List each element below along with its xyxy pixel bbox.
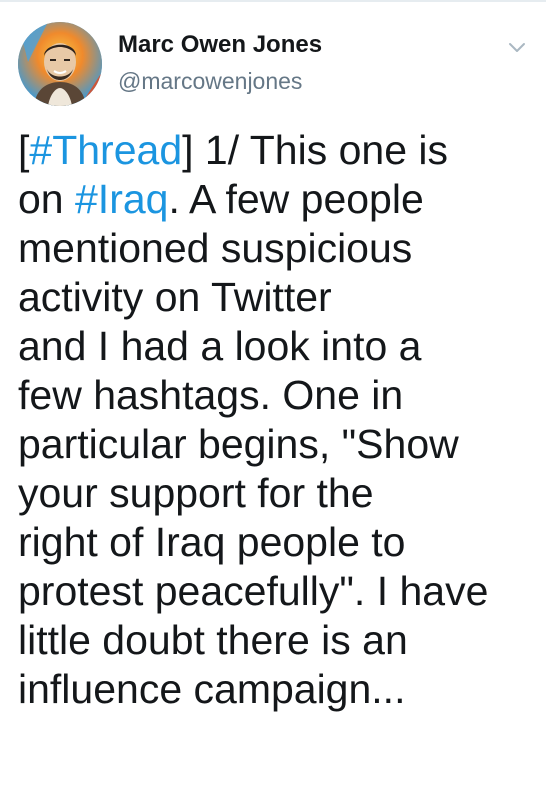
tweet-header: Marc Owen Jones @marcowenjones: [18, 22, 528, 112]
tweet-text-line: few hashtags. One in: [18, 371, 538, 420]
tweet-text-line: and I had a look into a: [18, 322, 538, 371]
user-avatar-icon[interactable]: [18, 22, 102, 106]
tweet-text-segment: activity on Twitter: [18, 274, 332, 320]
tweet-text-segment: right of Iraq people to: [18, 519, 406, 565]
tweet-text-segment: on: [18, 176, 75, 222]
tweet-text-segment: ] 1/ This one is: [182, 127, 449, 173]
tweet-text-segment: and I had a look into a: [18, 323, 422, 369]
tweet-text-segment: influence campaign...: [18, 666, 406, 712]
tweet-text-segment: particular begins, "Show: [18, 421, 459, 467]
tweet-text-segment: little doubt there is an: [18, 617, 408, 663]
hashtag-link[interactable]: #Iraq: [75, 176, 168, 222]
tweet-text-line: right of Iraq people to: [18, 518, 538, 567]
tweet-text-line: [#Thread] 1/ This one is: [18, 126, 538, 175]
tweet-text-segment: your support for the: [18, 470, 374, 516]
tweet-text: [#Thread] 1/ This one is on #Iraq. A few …: [18, 126, 538, 714]
tweet-text-line: activity on Twitter: [18, 273, 538, 322]
tweet-text-segment: . A few people: [168, 176, 424, 222]
author-info: Marc Owen Jones @marcowenjones: [118, 30, 322, 96]
hashtag-link[interactable]: #Thread: [29, 127, 182, 173]
tweet-text-line: on #Iraq. A few people: [18, 175, 538, 224]
tweet-text-line: little doubt there is an: [18, 616, 538, 665]
chevron-down-icon[interactable]: [506, 36, 528, 58]
tweet-text-line: your support for the: [18, 469, 538, 518]
tweet-text-segment: few hashtags. One in: [18, 372, 404, 418]
tweet-text-line: protest peacefully". I have: [18, 567, 538, 616]
tweet-text-segment: protest peacefully". I have: [18, 568, 489, 614]
tweet-text-segment: [: [18, 127, 30, 173]
tweet-text-line: particular begins, "Show: [18, 420, 538, 469]
author-display-name[interactable]: Marc Owen Jones: [118, 30, 322, 60]
tweet-text-segment: mentioned suspicious: [18, 225, 413, 271]
author-handle[interactable]: @marcowenjones: [118, 66, 322, 96]
tweet-text-line: mentioned suspicious: [18, 224, 538, 273]
top-divider: [0, 0, 546, 2]
tweet-text-line: influence campaign...: [18, 665, 538, 714]
